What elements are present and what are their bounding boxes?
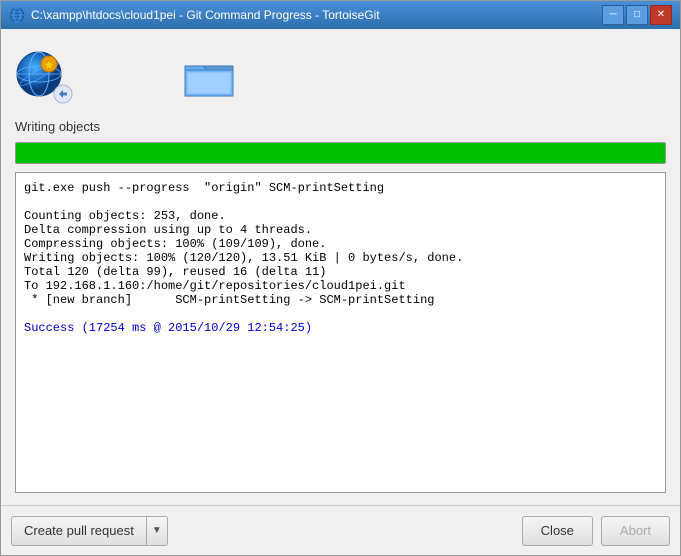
action-buttons: Close Abort	[522, 516, 670, 546]
title-bar-controls: ─ □ ✕	[602, 5, 672, 25]
icons-row	[15, 41, 666, 111]
create-pull-request-button[interactable]: Create pull request	[11, 516, 146, 546]
folder-icon	[183, 52, 235, 100]
title-bar: C:\xampp\htdocs\cloud1pei - Git Command …	[1, 1, 680, 29]
pull-request-dropdown-button[interactable]: ▼	[146, 516, 168, 546]
close-window-button[interactable]: ✕	[650, 5, 672, 25]
title-bar-text: C:\xampp\htdocs\cloud1pei - Git Command …	[31, 8, 602, 22]
close-button[interactable]: Close	[522, 516, 593, 546]
progress-bar-fill	[16, 143, 665, 163]
git-arrow-icon	[53, 84, 73, 104]
progress-label: Writing objects	[15, 119, 666, 134]
minimize-button[interactable]: ─	[602, 5, 624, 25]
chevron-down-icon: ▼	[152, 525, 162, 536]
abort-button[interactable]: Abort	[601, 516, 670, 546]
title-bar-icon	[9, 7, 25, 23]
success-text: Success (17254 ms @ 2015/10/29 12:54:25)	[24, 321, 312, 335]
pull-request-btn-group: Create pull request ▼	[11, 516, 168, 546]
bottom-bar: Create pull request ▼ Close Abort	[1, 505, 680, 555]
maximize-button[interactable]: □	[626, 5, 648, 25]
main-window: C:\xampp\htdocs\cloud1pei - Git Command …	[0, 0, 681, 556]
window-content: Writing objects git.exe push --progress …	[1, 29, 680, 505]
progress-bar-container	[15, 142, 666, 164]
output-area[interactable]: git.exe push --progress "origin" SCM-pri…	[15, 172, 666, 493]
globe-with-arrow-icon	[15, 50, 67, 102]
